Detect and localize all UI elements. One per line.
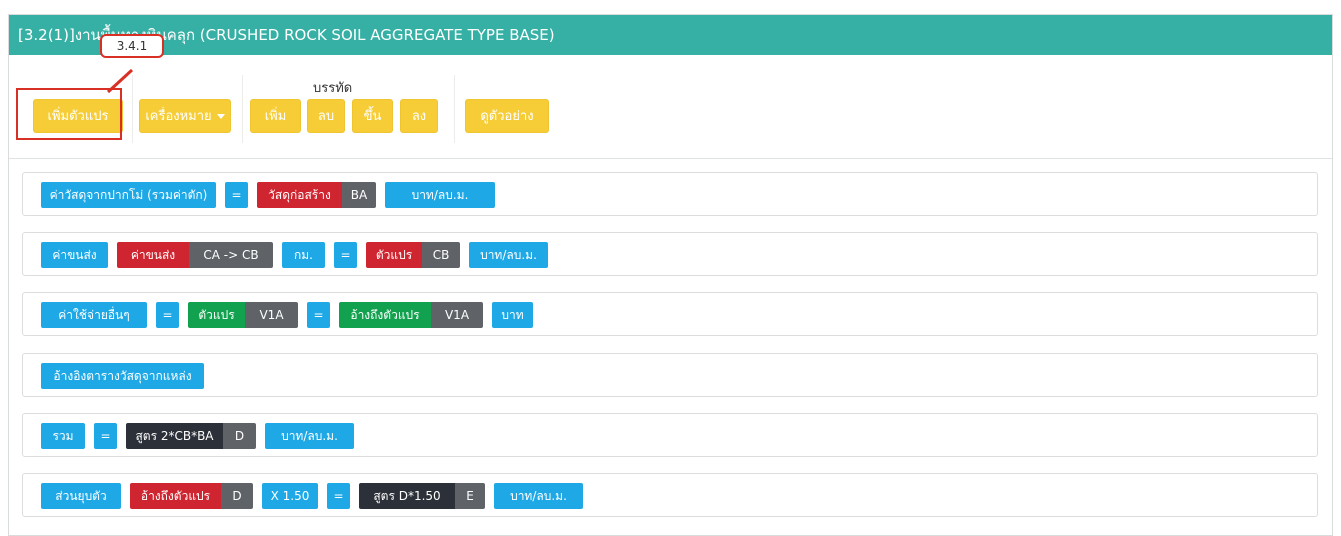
panel-title: [3.2(1)]งานพื้นทางหินคลุก (CRUSHED ROCK … (9, 15, 1332, 55)
variable-code-chip[interactable]: D (223, 423, 256, 449)
row-up-button[interactable]: ขึ้น (352, 99, 393, 133)
label-chip[interactable]: กม. (282, 242, 325, 268)
label-chip[interactable]: บาท (492, 302, 533, 328)
equals-chip[interactable]: = (156, 302, 179, 328)
formula-row: ค่าวัสดุจากปากโม่ (รวมค่าตัก) = วัสดุก่อสร… (22, 172, 1318, 216)
toolbar-divider (454, 75, 455, 143)
variable-chip[interactable]: อ้างถึงตัวแปร (339, 302, 431, 328)
toolbar: เพิ่มตัวแปร เครื่องหมาย บรรทัด เพิ่ม ลบ … (9, 55, 1332, 159)
equals-chip[interactable]: = (334, 242, 357, 268)
label-chip[interactable]: รวม (41, 423, 85, 449)
variable-chip[interactable]: สูตร D*1.50 (359, 483, 455, 509)
caret-down-icon (216, 114, 225, 119)
variable-chip[interactable]: ตัวแปร (188, 302, 245, 328)
variable-chip[interactable]: ค่าขนส่ง (117, 242, 189, 268)
variable-chip[interactable]: อ้างถึงตัวแปร (130, 483, 221, 509)
formula-row: อ้างอิงตารางวัสดุจากแหล่ง (22, 353, 1318, 397)
variable-chip[interactable]: สูตร 2*CB*BA (126, 423, 223, 449)
equals-chip[interactable]: = (94, 423, 117, 449)
formula-row: ค่าขนส่ง ค่าขนส่ง CA -> CB กม. = ตัวแปร CB บาท/… (22, 232, 1318, 276)
variable-chip[interactable]: วัสดุก่อสร้าง (257, 182, 342, 208)
variable-code-chip[interactable]: V1A (245, 302, 298, 328)
variable-code-chip[interactable]: D (221, 483, 253, 509)
label-chip[interactable]: บาท/ลบ.ม. (494, 483, 583, 509)
row-group-title: บรรทัด (313, 81, 353, 96)
variable-code-chip[interactable]: BA (342, 182, 376, 208)
formula-row: ส่วนยุบตัว อ้างถึงตัวแปร D X 1.50 = สูตร D*1.… (22, 473, 1318, 517)
label-chip[interactable]: อ้างอิงตารางวัสดุจากแหล่ง (41, 363, 204, 389)
annotation-highlight-box (16, 88, 122, 140)
equals-chip[interactable]: = (307, 302, 330, 328)
row-down-button[interactable]: ลง (400, 99, 438, 133)
formula-row: ค่าใช้จ่ายอื่นๆ = ตัวแปร V1A = อ้างถึงตัวแปร V… (22, 292, 1318, 336)
variable-code-chip[interactable]: E (455, 483, 485, 509)
variable-code-chip[interactable]: V1A (431, 302, 483, 328)
toolbar-divider (242, 75, 243, 143)
label-chip[interactable]: X 1.50 (262, 483, 318, 509)
preview-button[interactable]: ดูตัวอย่าง (465, 99, 549, 133)
equals-chip[interactable]: = (327, 483, 350, 509)
variable-chip[interactable]: ตัวแปร (366, 242, 422, 268)
annotation-callout: 3.4.1 (100, 34, 164, 58)
label-chip[interactable]: ส่วนยุบตัว (41, 483, 121, 509)
equals-chip[interactable]: = (225, 182, 248, 208)
row-add-button[interactable]: เพิ่ม (250, 99, 301, 133)
label-chip[interactable]: บาท/ลบ.ม. (385, 182, 495, 208)
label-chip[interactable]: ค่าวัสดุจากปากโม่ (รวมค่าตัก) (41, 182, 216, 208)
label-chip[interactable]: บาท/ลบ.ม. (469, 242, 548, 268)
label-chip[interactable]: บาท/ลบ.ม. (265, 423, 354, 449)
variable-code-chip[interactable]: CB (422, 242, 460, 268)
row-delete-button[interactable]: ลบ (307, 99, 345, 133)
label-chip[interactable]: ค่าใช้จ่ายอื่นๆ (41, 302, 147, 328)
label-chip[interactable]: ค่าขนส่ง (41, 242, 108, 268)
formula-row: รวม = สูตร 2*CB*BA D บาท/ลบ.ม. (22, 413, 1318, 457)
variable-code-chip[interactable]: CA -> CB (189, 242, 273, 268)
formula-panel: [3.2(1)]งานพื้นทางหินคลุก (CRUSHED ROCK … (8, 14, 1333, 536)
